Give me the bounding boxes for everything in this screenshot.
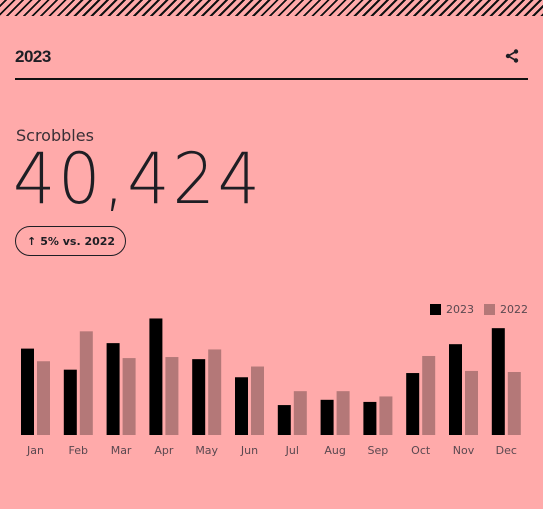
x-tick-label-sep: Sep [368, 444, 389, 457]
monthly-scrobbles-chart: Jan Feb Mar Apr May Jun Jul Aug Sep Oct Nov Dec [21, 318, 521, 457]
x-tick-label-may: May [195, 444, 218, 457]
bar-2022-oct [422, 355, 436, 435]
metric-value: 40,424 [13, 138, 263, 220]
bar-2023-may [192, 359, 206, 435]
x-tick-label-jul: Jul [285, 444, 299, 457]
arrow-up-icon: ↑ [27, 234, 37, 248]
bar-2022-dec [507, 371, 521, 435]
x-tick-label-feb: Feb [69, 444, 88, 457]
share-icon [505, 49, 519, 63]
bar-2022-sep [379, 396, 393, 435]
bar-2023-jun [235, 377, 248, 435]
bar-2023-mar [106, 343, 120, 435]
bar-2023-jan [21, 348, 34, 435]
x-tick-label-dec: Dec [496, 444, 517, 457]
header: 2023 [15, 44, 528, 80]
bar-2022-feb [79, 331, 93, 435]
bar-2023-feb [63, 369, 77, 435]
bar-2022-may [208, 349, 222, 435]
bar-2023-dec [491, 328, 505, 435]
x-tick-label-aug: Aug [324, 444, 345, 457]
bar-2023-nov [449, 344, 462, 435]
x-tick-label-jan: Jan [26, 444, 44, 457]
x-tick-label-apr: Apr [154, 444, 174, 457]
x-tick-label-nov: Nov [453, 444, 475, 457]
bar-2023-jul [277, 405, 291, 435]
decorative-stripe-band [0, 0, 543, 16]
x-tick-label-mar: Mar [111, 444, 132, 457]
bar-2022-nov [465, 370, 478, 435]
bar-2022-aug [336, 391, 350, 435]
bar-2022-mar [122, 358, 136, 435]
share-button[interactable] [504, 48, 520, 64]
bar-2023-oct [406, 373, 420, 435]
bar-2022-jun [251, 366, 264, 435]
bar-2023-apr [149, 318, 163, 435]
change-text: 5% vs. 2022 [40, 234, 116, 248]
bar-2023-sep [363, 401, 377, 435]
x-tick-label-oct: Oct [411, 444, 431, 457]
bar-2022-jul [293, 391, 307, 435]
x-tick-label-jun: Jun [240, 444, 258, 457]
bar-2022-jan [37, 361, 50, 435]
bar-2022-apr [165, 357, 179, 435]
bar-2023-aug [320, 399, 334, 435]
change-badge: ↑ 5% vs. 2022 [15, 226, 127, 256]
page-title: 2023 [15, 47, 51, 66]
